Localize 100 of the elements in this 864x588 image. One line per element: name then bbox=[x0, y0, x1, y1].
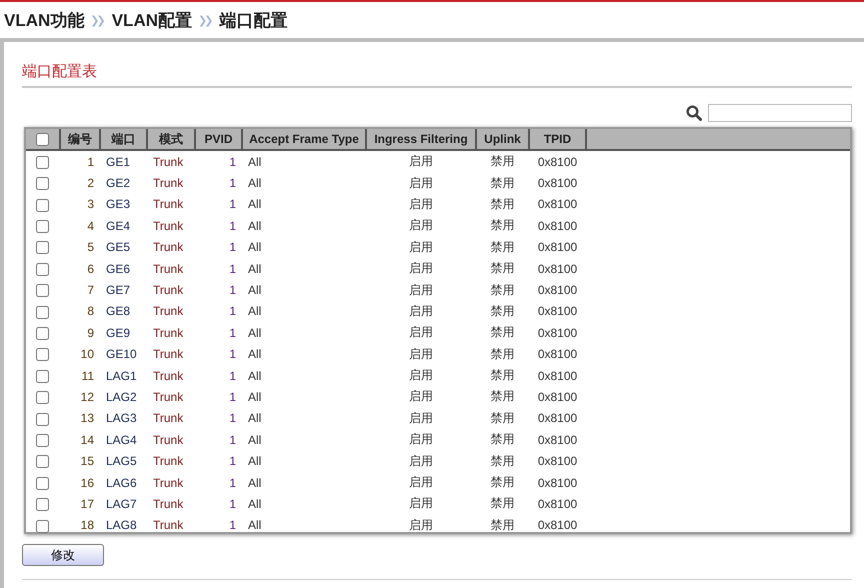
table-cell-text: 14 bbox=[80, 432, 95, 449]
row-checkbox[interactable] bbox=[36, 198, 49, 212]
table-cell-text: All bbox=[247, 368, 262, 385]
breadcrumb-separator: ❯❯ bbox=[198, 14, 210, 26]
table-cell-text: 禁用 bbox=[490, 346, 516, 363]
table-cell-text: Trunk bbox=[152, 453, 184, 470]
row-checkbox[interactable] bbox=[36, 220, 49, 234]
table-cell-text: All bbox=[247, 432, 262, 449]
table-cell-text: 禁用 bbox=[490, 367, 516, 384]
breadcrumb-item[interactable]: VLAN配置 bbox=[112, 8, 192, 32]
table-cell-text: 启用 bbox=[408, 302, 434, 320]
table-cell-text: 1 bbox=[228, 260, 237, 278]
table-cell: GE1 bbox=[100, 150, 147, 172]
column-header: 编号 bbox=[60, 129, 100, 150]
table-cell-text: 10 bbox=[80, 346, 95, 364]
table-cell-text: 0x8100 bbox=[536, 410, 578, 428]
table-cell-text: Trunk bbox=[152, 432, 184, 449]
table-cell-text: All bbox=[247, 196, 262, 214]
table-cell-text: 1 bbox=[228, 282, 237, 300]
row-checkbox[interactable] bbox=[36, 241, 49, 254]
table-cell-text: 6 bbox=[86, 260, 95, 278]
row-checkbox[interactable] bbox=[36, 391, 49, 404]
row-checkbox[interactable] bbox=[36, 434, 49, 447]
table-cell-text: 1 bbox=[228, 432, 237, 449]
table-cell-text: 0x8100 bbox=[536, 432, 578, 449]
table-cell-text: LAG4 bbox=[105, 432, 138, 449]
table-cell-text: 启用 bbox=[408, 367, 434, 384]
table-cell-text: All bbox=[247, 496, 262, 513]
table-cell-text: All bbox=[247, 474, 262, 492]
table-cell-text: Trunk bbox=[152, 324, 184, 342]
breadcrumb-separator: ❯❯ bbox=[90, 14, 103, 26]
table-cell-text: 启用 bbox=[408, 474, 434, 492]
table-cell-text: 16 bbox=[80, 474, 95, 492]
table-cell-text: 0x8100 bbox=[536, 218, 578, 235]
table-cell-text: 1 bbox=[228, 196, 237, 214]
table-cell-text: All bbox=[247, 239, 262, 256]
column-header: Accept Frame Type bbox=[242, 129, 366, 150]
table-cell-text: 启用 bbox=[408, 495, 434, 512]
table-cell-text: Trunk bbox=[152, 346, 184, 364]
breadcrumb-item[interactable]: VLAN功能 bbox=[4, 8, 84, 32]
column-header: Uplink bbox=[476, 129, 529, 150]
edit-button[interactable]: 修改 bbox=[22, 544, 104, 566]
table-cell-text: Trunk bbox=[152, 410, 184, 428]
table-cell-text: 0x8100 bbox=[536, 346, 578, 364]
section-title: 端口配置表 bbox=[22, 62, 852, 88]
table-cell-text: 启用 bbox=[408, 431, 434, 448]
row-checkbox[interactable] bbox=[36, 370, 49, 383]
table-cell-text: 禁用 bbox=[490, 302, 516, 320]
row-checkbox[interactable] bbox=[36, 520, 49, 532]
table-cell-text: 15 bbox=[80, 453, 95, 470]
table-cell-text: 启用 bbox=[408, 452, 434, 470]
table-cell-text: GE4 bbox=[105, 218, 132, 235]
table-cell-text: LAG5 bbox=[105, 453, 138, 470]
table-cell-text: 9 bbox=[86, 324, 95, 342]
table-cell-text: 禁用 bbox=[490, 260, 516, 278]
select-all-checkbox[interactable] bbox=[36, 133, 49, 146]
table-cell-text: All bbox=[247, 517, 262, 534]
table-cell-text: 2 bbox=[86, 175, 95, 192]
search-field[interactable] bbox=[708, 104, 852, 122]
table-cell-text: 1 bbox=[228, 474, 237, 492]
table-cell-text: All bbox=[247, 282, 262, 300]
table-cell-text: GE6 bbox=[105, 260, 132, 278]
table-cell-text: 1 bbox=[228, 517, 237, 534]
table-cell-text: All bbox=[247, 410, 262, 428]
search-icon[interactable] bbox=[686, 105, 702, 121]
row-checkbox[interactable] bbox=[36, 262, 49, 276]
table-cell-text: 1 bbox=[228, 303, 237, 320]
table-cell-text: Trunk bbox=[152, 175, 184, 192]
table-cell-text: 禁用 bbox=[490, 474, 516, 492]
row-checkbox[interactable] bbox=[36, 348, 49, 362]
row-checkbox[interactable] bbox=[36, 476, 49, 490]
table-cell-text: Trunk bbox=[152, 239, 184, 256]
table-cell-text: GE7 bbox=[105, 282, 132, 300]
table-cell-text: LAG6 bbox=[105, 474, 138, 492]
row-checkbox[interactable] bbox=[36, 306, 49, 319]
row-checkbox[interactable] bbox=[36, 156, 49, 169]
row-checkbox[interactable] bbox=[36, 177, 49, 190]
table-cell-text: Trunk bbox=[152, 474, 184, 492]
table-cell-text: GE10 bbox=[105, 346, 138, 364]
row-checkbox[interactable] bbox=[36, 455, 49, 468]
table-cell-text: GE5 bbox=[105, 239, 132, 256]
table-cell: 0x8100 bbox=[529, 150, 586, 172]
table-cell-text: LAG3 bbox=[105, 410, 138, 428]
table-cell-text: Trunk bbox=[152, 260, 184, 278]
row-checkbox[interactable] bbox=[36, 498, 49, 512]
table-cell-text: 禁用 bbox=[490, 495, 516, 512]
column-header: TPID bbox=[529, 129, 586, 150]
table-cell-text: All bbox=[247, 346, 262, 364]
table-cell-text: GE9 bbox=[105, 324, 132, 342]
table-cell-text: 3 bbox=[86, 196, 95, 214]
table-cell-text: Trunk bbox=[152, 517, 184, 534]
row-checkbox[interactable] bbox=[36, 284, 49, 298]
table-cell-text: 1 bbox=[228, 218, 237, 235]
row-checkbox[interactable] bbox=[36, 412, 49, 426]
table-cell-text: 1 bbox=[228, 239, 237, 256]
table-cell-text: 启用 bbox=[408, 217, 434, 234]
table-cell-text: 0x8100 bbox=[536, 282, 578, 300]
row-checkbox[interactable] bbox=[36, 326, 49, 340]
breadcrumb-item: 端口配置 bbox=[219, 10, 288, 32]
table-cell-text: All bbox=[247, 453, 262, 470]
